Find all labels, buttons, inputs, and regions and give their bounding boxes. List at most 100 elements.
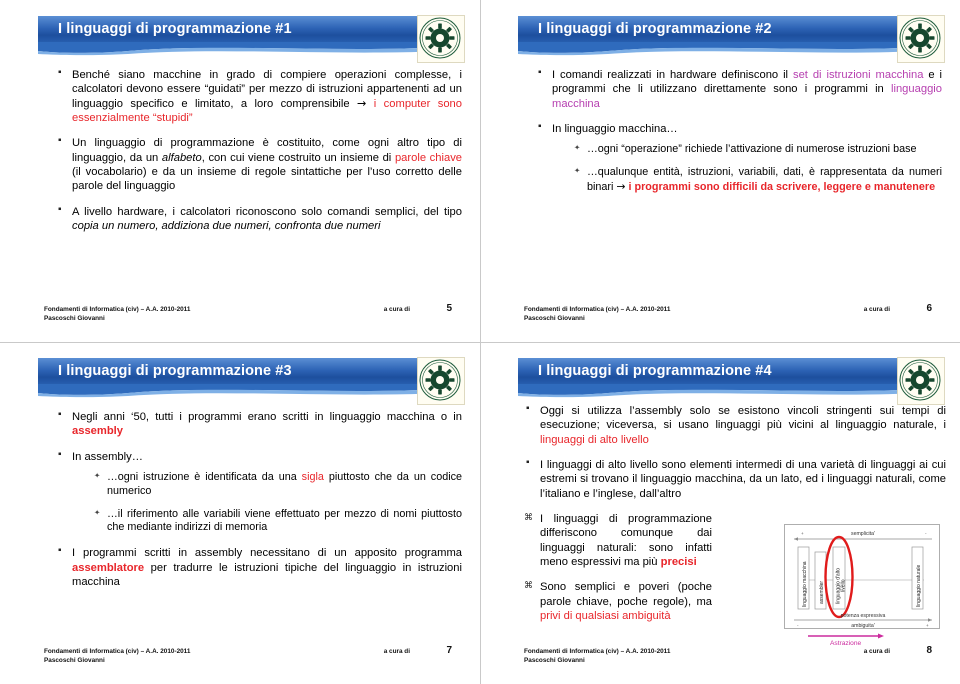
highlight-text: i programmi sono difficili da scrivere, …: [628, 180, 936, 193]
bullet-item: Benché siano macchine in grado di compie…: [56, 67, 462, 125]
footer-course-line1: Fondamenti di Informatica (civ) – A.A. 2…: [44, 306, 191, 313]
language-spectrum-diagram: + - semplicita' linguaggio macchina asse…: [784, 524, 946, 646]
sub-bullet-list: …ogni istruzione è identificata da una s…: [72, 471, 462, 535]
banner-swoosh: [518, 42, 922, 56]
bullet-item: Un linguaggio di programmazione è costit…: [56, 135, 463, 193]
emphasis-text: copia un numero, addiziona due numeri, c…: [72, 219, 381, 232]
bullet-item: Sono semplici e poveri (poche parole chi…: [524, 580, 712, 623]
svg-text:+: +: [926, 623, 929, 628]
bullet-item: Negli anni ‘50, tutti i programmi erano …: [56, 409, 462, 439]
emphasis-text: alfabeto: [161, 151, 202, 164]
bullet-list-narrow: I linguaggi di programmazione differisco…: [524, 512, 712, 623]
svg-text:livello: livello: [841, 579, 847, 592]
bullet-list: Oggi si utilizza l’assembly solo se esis…: [524, 403, 946, 501]
highlight-text: assembly: [72, 425, 123, 438]
bullet-item: I comandi realizzati in hardware definis…: [536, 67, 942, 111]
svg-text:potenza espressiva: potenza espressiva: [841, 613, 886, 619]
slide-1-title: I linguaggi di programmazione #1: [58, 21, 292, 37]
bullet-item: I programmi scritti in assembly necessit…: [56, 545, 462, 589]
slide-1-content: Benché siano macchine in grado di compie…: [56, 67, 463, 300]
banner-swoosh: [38, 42, 442, 56]
svg-text:Astrazione: Astrazione: [830, 640, 861, 646]
bullet-item: In linguaggio macchina… …ogni “operazion…: [536, 121, 942, 195]
slide-3-banner: I linguaggi di programmazione #3: [38, 358, 442, 398]
highlight-text: parole chiave: [394, 151, 463, 164]
polytechnic-gear-seal-logo: [897, 15, 945, 63]
bullet-item: I linguaggi di alto livello sono element…: [524, 457, 946, 501]
svg-text:+: +: [801, 531, 804, 536]
slide-2-footer: Fondamenti di Informatica (civ) – A.A. 2…: [524, 303, 942, 328]
footer-page-number: 7: [446, 645, 452, 656]
footer-clip: [524, 323, 942, 328]
slide-1-banner: I linguaggi di programmazione #1: [38, 16, 442, 56]
highlight-text: set di istruzioni macchina: [792, 69, 924, 81]
bullet-item: I linguaggi di programmazione differisco…: [524, 512, 712, 569]
slide-handout-sheet: I linguaggi di programmazione #1 ▪ Bench…: [0, 0, 960, 684]
footer-clip: [524, 665, 942, 670]
slide-3-content: Negli anni ‘50, tutti i programmi erano …: [56, 409, 462, 642]
footer-course: Fondamenti di Informatica (civ) – A.A. 2…: [524, 306, 670, 323]
bullet-list: Benché siano macchine in grado di compie…: [56, 67, 463, 234]
slide-2-title: I linguaggi di programmazione #2: [538, 21, 772, 37]
arrow-glyph: →: [357, 96, 367, 110]
slide-4-banner: I linguaggi di programmazione #4: [518, 358, 922, 398]
highlight-text: assemblatore: [72, 561, 145, 574]
footer-course: Fondamenti di Informatica (civ) – A.A. 2…: [44, 306, 190, 323]
slide-1-footer: Fondamenti di Informatica (civ) – A.A. 2…: [44, 303, 462, 328]
highlight-text: sigla: [301, 470, 324, 483]
slide-4: I linguaggi di programmazione #4 ▪ Oggi …: [480, 342, 960, 684]
highlight-text: privi di qualsiasi ambiguità: [540, 609, 671, 622]
arrow-glyph: →: [616, 179, 626, 193]
sub-bullet-item: …ogni “operazione” richiede l’attivazion…: [574, 143, 942, 157]
slide-2-content: I comandi realizzati in hardware definis…: [536, 67, 942, 300]
bullet-item: A livello hardware, i calcolatori ricono…: [56, 204, 462, 234]
footer-course-line2: Pascoschi Giovanni: [44, 314, 105, 322]
footer-page-number: 5: [446, 303, 452, 314]
footer-course-line1: Fondamenti di Informatica (civ) – A.A. 2…: [44, 648, 191, 655]
svg-text:semplicita': semplicita': [851, 531, 875, 537]
footer-credit: a cura di: [383, 306, 410, 313]
footer-course-line2: Pascoschi Giovanni: [524, 314, 585, 322]
slide-4-footer: Fondamenti di Informatica (civ) – A.A. 2…: [524, 645, 942, 670]
svg-text:assembler: assembler: [819, 581, 825, 604]
bullet-item: In assembly… …ogni istruzione è identifi…: [56, 449, 462, 536]
footer-page-number: 6: [926, 303, 932, 314]
highlight-text: i computer sono essenzialmente “stupidi”: [72, 97, 462, 124]
highlight-text: linguaggi di alto livello: [540, 433, 649, 446]
footer-clip: [44, 323, 462, 328]
highlight-text: linguaggio macchina: [552, 83, 942, 110]
footer-course-line1: Fondamenti di Informatica (civ) – A.A. 2…: [524, 306, 671, 313]
bullet-list: I comandi realizzati in hardware definis…: [536, 67, 942, 195]
sub-bullet-item: …ogni istruzione è identificata da una s…: [94, 471, 462, 499]
polytechnic-gear-seal-logo: [417, 15, 465, 63]
slide-2: I linguaggi di programmazione #2 ▪ I com…: [480, 0, 960, 342]
polytechnic-gear-seal-logo: [897, 357, 945, 405]
footer-course: Fondamenti di Informatica (civ) – A.A. 2…: [44, 648, 190, 665]
footer-page-number: 8: [926, 645, 932, 656]
slide-2-banner: I linguaggi di programmazione #2: [518, 16, 922, 56]
banner-swoosh: [518, 384, 922, 398]
slide-3-footer: Fondamenti di Informatica (civ) – A.A. 2…: [44, 645, 462, 670]
slide-3: I linguaggi di programmazione #3 ▪ Negli…: [0, 342, 480, 684]
svg-text:linguaggio macchina: linguaggio macchina: [802, 561, 808, 607]
slide-4-title: I linguaggi di programmazione #4: [538, 363, 772, 379]
footer-course-line2: Pascoschi Giovanni: [44, 656, 105, 664]
highlight-text: precisi: [660, 555, 697, 568]
footer-course: Fondamenti di Informatica (civ) – A.A. 2…: [524, 648, 670, 665]
svg-text:ambiguita': ambiguita': [851, 623, 874, 629]
slide-1: I linguaggi di programmazione #1 ▪ Bench…: [0, 0, 480, 342]
footer-credit: a cura di: [863, 306, 890, 313]
bullet-list: Negli anni ‘50, tutti i programmi erano …: [56, 409, 462, 589]
sub-bullet-list: …ogni “operazione” richiede l’attivazion…: [552, 143, 942, 194]
polytechnic-gear-seal-logo: [417, 357, 465, 405]
footer-credit: a cura di: [383, 648, 410, 655]
footer-credit: a cura di: [863, 648, 890, 655]
svg-text:linguaggio naturale: linguaggio naturale: [916, 565, 922, 607]
banner-swoosh: [38, 384, 442, 398]
footer-course-line1: Fondamenti di Informatica (civ) – A.A. 2…: [524, 648, 671, 655]
sub-bullet-item: …il riferimento alle variabili viene eff…: [94, 508, 462, 536]
footer-course-line2: Pascoschi Giovanni: [524, 656, 585, 664]
sub-bullet-item: …qualunque entità, istruzioni, variabili…: [574, 166, 942, 195]
slide-3-title: I linguaggi di programmazione #3: [58, 363, 292, 379]
bullet-item: Oggi si utilizza l’assembly solo se esis…: [524, 403, 946, 447]
